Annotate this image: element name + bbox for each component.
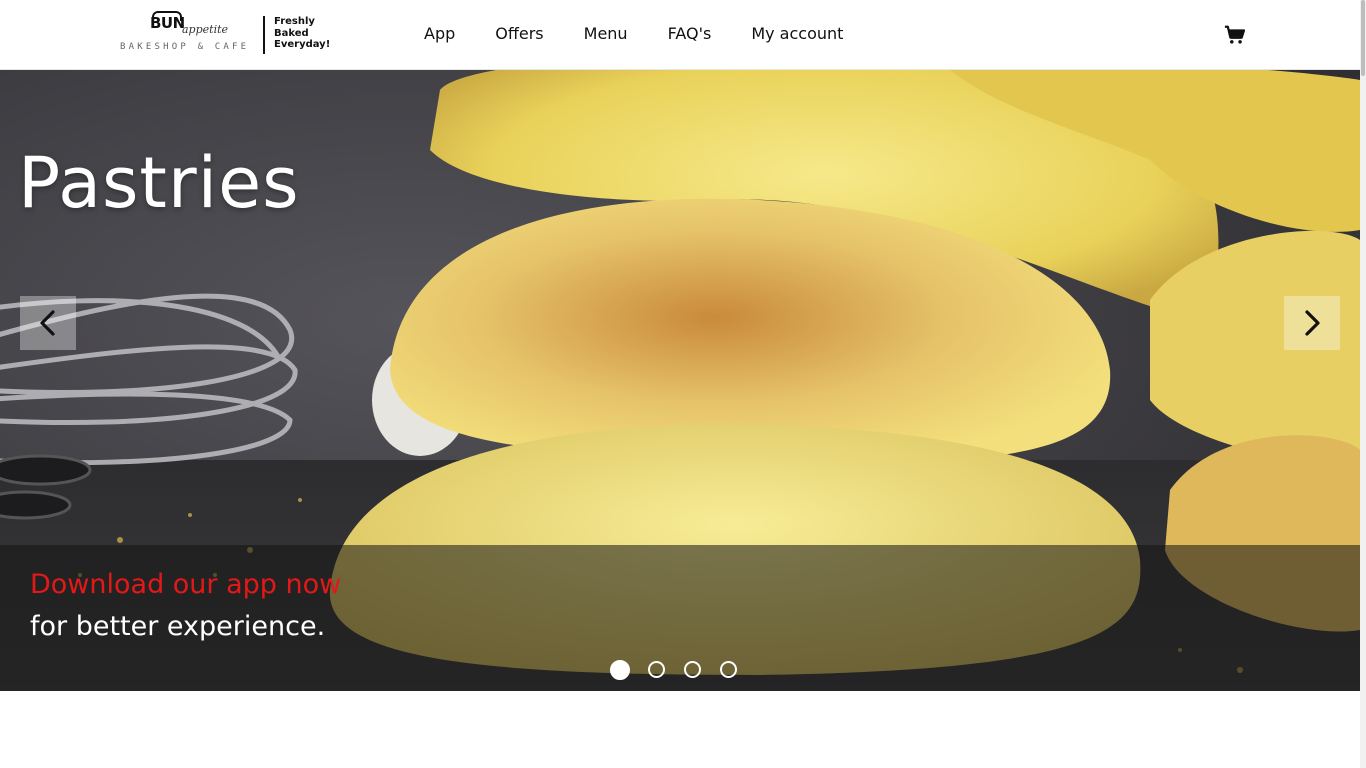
promo-download-link[interactable]: Download our app now [30,569,341,600]
nav-item-my-account[interactable]: My account [751,24,843,46]
logo-brand-text: BUN [150,14,185,32]
scrollbar-thumb[interactable] [1361,0,1365,76]
brand-logo[interactable]: BUN appetite BAKESHOP & CAFE Freshly Bak… [120,11,332,56]
carousel-dot-2[interactable] [648,661,665,678]
logo-tagline-line: Everyday! [274,39,331,50]
carousel-next-button[interactable] [1284,296,1340,350]
carousel-dot-3[interactable] [684,661,701,678]
nav-item-app[interactable]: App [424,24,455,46]
nav-item-menu[interactable]: Menu [584,24,628,46]
site-header: BUN appetite BAKESHOP & CAFE Freshly Bak… [0,0,1360,70]
carousel-indicators [610,660,756,680]
logo-tagline: Freshly Baked Everyday! [274,16,330,51]
logo-tagline-line: Baked [274,27,309,39]
chevron-right-icon [1305,310,1320,336]
logo-script-text: appetite [182,23,229,36]
carousel-dot-1[interactable] [610,660,630,680]
logo-divider [263,16,265,54]
carousel-dot-4[interactable] [720,661,737,678]
promo-subtext: for better experience. [30,611,326,642]
logo-tagline-line: Freshly [274,16,315,27]
logo-subtitle: BAKESHOP & CAFE [120,42,250,52]
slide-title: Pastries [18,142,300,224]
hero-carousel[interactable]: Pastries Download our app now for better… [0,70,1360,691]
shopping-cart-icon[interactable] [1224,24,1246,46]
chevron-left-icon [40,310,55,336]
nav-item-offers[interactable]: Offers [495,24,543,46]
main-nav: App Offers Menu FAQ's My account [424,24,883,46]
carousel-prev-button[interactable] [20,296,76,350]
nav-item-faqs[interactable]: FAQ's [668,24,712,46]
page-scrollbar[interactable] [1360,0,1366,768]
